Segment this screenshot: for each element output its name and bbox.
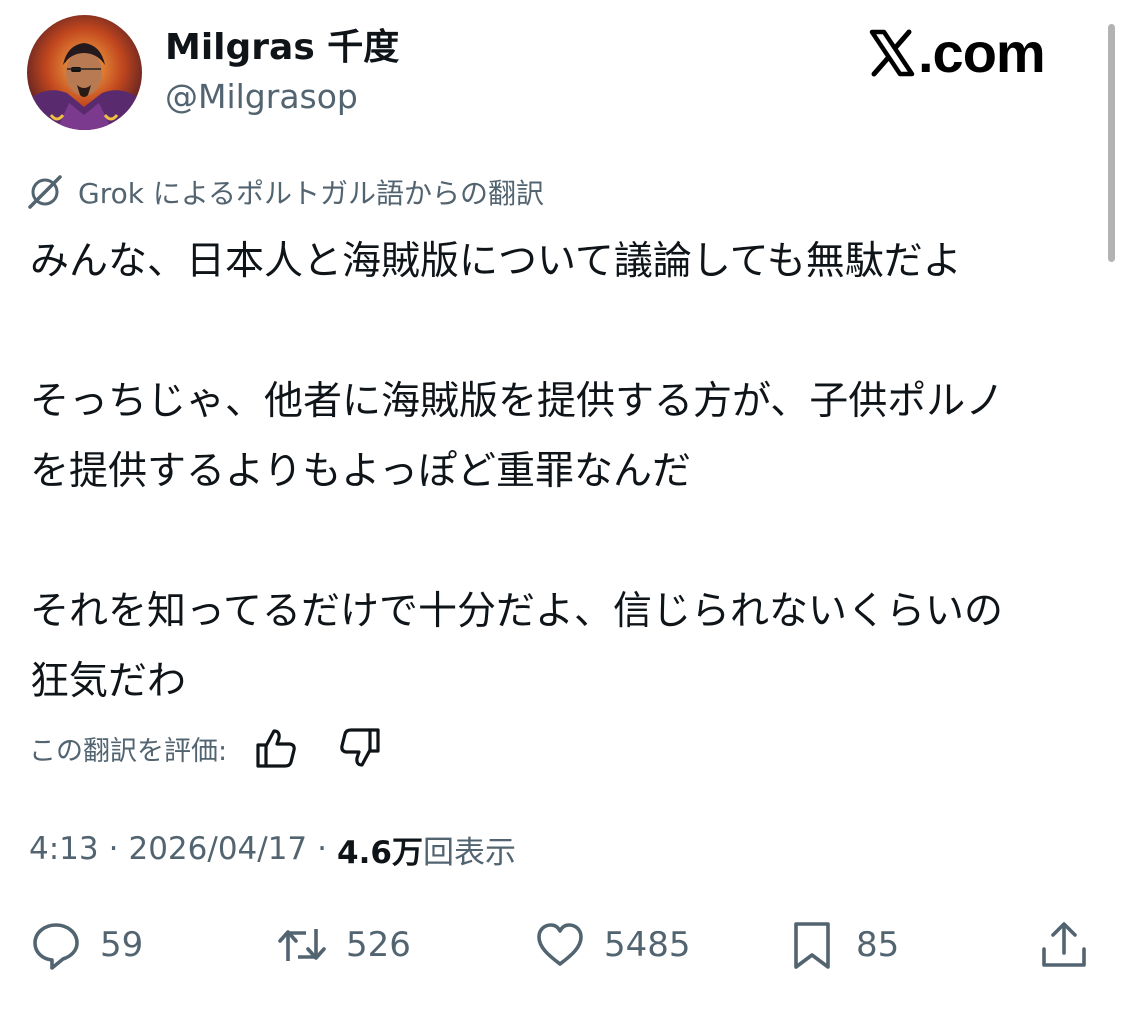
reply-count: 59 (100, 925, 144, 965)
tweet-date[interactable]: 2026/04/17 (128, 831, 307, 867)
bookmark-count: 85 (856, 925, 900, 965)
tweet-paragraph: みんな、日本人と海賊版について議論しても無駄だよ (30, 239, 962, 284)
heart-icon (537, 923, 583, 966)
retweet-icon (278, 929, 326, 961)
like-count: 5485 (604, 925, 691, 965)
x-com-watermark: .com (868, 20, 1046, 86)
profile-avatar[interactable] (27, 15, 142, 130)
tweet-paragraph: そっちじゃ、他者に海賊版を提供する方が、子供ポルノ を提供するよりもよっぽど重罪… (30, 379, 1005, 494)
scrollbar-thumb[interactable] (1108, 24, 1115, 262)
retweet-count: 526 (346, 925, 411, 965)
user-handle[interactable]: @Milgrasop (165, 77, 358, 117)
bookmark-icon (794, 922, 830, 969)
reply-icon (33, 923, 79, 970)
views-count: 4.6万 (337, 834, 423, 871)
rate-translation-label: この翻訳を評価: (29, 735, 228, 767)
thumbs-down-icon (340, 728, 380, 767)
like-button[interactable]: 5485 (534, 915, 691, 975)
tweet-meta: 4:13 · 2026/04/17 · 4.6万 回表示 (29, 826, 516, 872)
reply-button[interactable]: 59 (30, 915, 143, 975)
meta-separator: · (317, 831, 328, 867)
share-icon (1042, 922, 1086, 967)
tweet-paragraph: それを知ってるだけで十分だよ、信じられないくらいの 狂気だわ (30, 589, 1004, 704)
action-bar: 59 526 5485 85 (0, 915, 1125, 975)
display-name[interactable]: Milgras 千度 (165, 26, 399, 70)
views-label: 回表示 (422, 834, 516, 871)
share-button[interactable] (1038, 915, 1090, 975)
x-logo-icon (869, 29, 915, 77)
avatar-image (27, 15, 142, 130)
translation-note: Grok によるポルトガル語からの翻訳 (26, 170, 544, 214)
tweet-time[interactable]: 4:13 (29, 831, 99, 867)
thumbs-up-icon (256, 729, 296, 768)
bookmark-button[interactable]: 85 (786, 915, 899, 975)
meta-separator: · (108, 831, 119, 867)
watermark-text: .com (918, 21, 1046, 84)
rate-translation: この翻訳を評価: (29, 723, 383, 773)
thumbs-up-button[interactable] (253, 725, 299, 771)
translation-note-text: Grok によるポルトガル語からの翻訳 (78, 177, 545, 210)
tweet-text: みんな、日本人と海賊版について議論しても無駄だよ そっちじゃ、他者に海賊版を提供… (30, 227, 1095, 717)
retweet-button[interactable]: 526 (276, 915, 411, 975)
thumbs-down-button[interactable] (337, 725, 383, 771)
grok-icon (28, 175, 62, 209)
